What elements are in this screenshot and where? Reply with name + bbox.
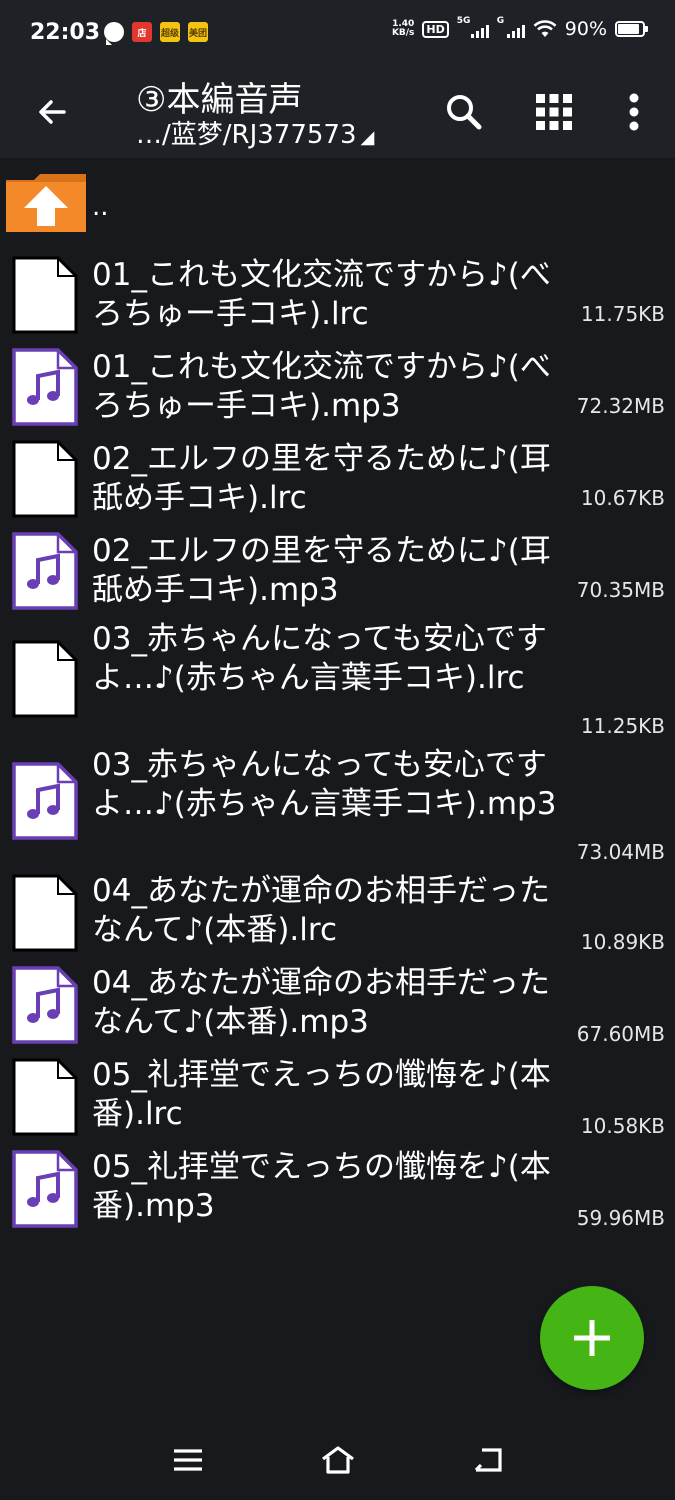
notification-icons: 店 超级 美团 bbox=[104, 22, 208, 45]
home-icon bbox=[322, 1446, 354, 1474]
file-row[interactable]: 04_あなたが運命のお相手だったなんて♪(本番).mp3 67.60MB bbox=[0, 962, 675, 1046]
arrow-left-icon bbox=[39, 100, 66, 124]
system-icons: 1.40 KB/s HD 5G G 90% bbox=[391, 16, 648, 40]
audio-file-icon bbox=[12, 532, 78, 610]
path-breadcrumb[interactable]: …/蓝梦/RJ377573 ◢ bbox=[136, 114, 374, 151]
file-size: 11.25KB bbox=[580, 714, 665, 738]
grid-icon bbox=[536, 94, 572, 130]
meituan-app-icon: 美团 bbox=[188, 22, 208, 42]
file-row[interactable]: 03_赤ちゃんになっても安心ですよ…♪(赤ちゃん言葉手コキ).lrc 11.25… bbox=[0, 618, 675, 738]
file-name: 03_赤ちゃんになっても安心ですよ…♪(赤ちゃん言葉手コキ).lrc bbox=[92, 621, 547, 696]
file-name: 01_これも文化交流ですから♪(べろちゅー手コキ).lrc bbox=[92, 257, 551, 332]
document-icon bbox=[12, 256, 78, 334]
file-size: 10.89KB bbox=[580, 930, 665, 954]
file-row[interactable]: 02_エルフの里を守るために♪(耳舐め手コキ).lrc 10.67KB bbox=[0, 434, 675, 518]
network-speed: 1.40 KB/s bbox=[391, 19, 415, 38]
nav-menu-button[interactable] bbox=[158, 1438, 218, 1482]
plus-icon bbox=[574, 1320, 610, 1356]
file-name: 05_礼拝堂でえっちの懺悔を♪(本番).lrc bbox=[92, 1057, 551, 1132]
file-name: 03_赤ちゃんになっても安心ですよ…♪(赤ちゃん言葉手コキ).mp3 bbox=[92, 747, 557, 822]
file-size: 10.67KB bbox=[580, 486, 665, 510]
hd-icon: HD bbox=[422, 20, 449, 38]
add-button[interactable] bbox=[540, 1286, 644, 1390]
menu-icon bbox=[174, 1449, 202, 1471]
document-icon bbox=[12, 874, 78, 952]
file-row[interactable]: 05_礼拝堂でえっちの懺悔を♪(本番).mp3 59.96MB bbox=[0, 1146, 675, 1230]
file-name: 02_エルフの里を守るために♪(耳舐め手コキ).mp3 bbox=[92, 533, 551, 608]
file-name: 05_礼拝堂でえっちの懺悔を♪(本番).mp3 bbox=[92, 1149, 551, 1224]
file-row[interactable]: 05_礼拝堂でえっちの懺悔を♪(本番).lrc 10.58KB bbox=[0, 1054, 675, 1138]
folder-up-icon bbox=[6, 174, 86, 232]
battery-percent: 90% bbox=[564, 18, 607, 40]
status-bar: 22:03 店 超级 美团 1.40 KB/s HD 5G G 90% bbox=[0, 0, 675, 68]
audio-file-icon bbox=[12, 348, 78, 426]
signal-5g-icon: 5G bbox=[457, 16, 489, 38]
audio-file-icon bbox=[12, 966, 78, 1044]
back-button[interactable] bbox=[22, 82, 82, 142]
file-name: 04_あなたが運命のお相手だったなんて♪(本番).lrc bbox=[92, 873, 550, 948]
file-size: 11.75KB bbox=[580, 302, 665, 326]
message-icon bbox=[104, 22, 124, 45]
search-button[interactable] bbox=[434, 82, 494, 142]
file-size: 73.04MB bbox=[576, 840, 665, 864]
super-app-icon: 超级 bbox=[160, 22, 180, 42]
file-row[interactable]: 02_エルフの里を守るために♪(耳舐め手コキ).mp3 70.35MB bbox=[0, 526, 675, 610]
path-dropdown-icon: ◢ bbox=[360, 127, 375, 148]
more-vertical-icon bbox=[629, 93, 639, 131]
audio-file-icon bbox=[12, 762, 78, 840]
file-row[interactable]: 01_これも文化交流ですから♪(べろちゅー手コキ).lrc 11.75KB bbox=[0, 250, 675, 334]
path-text: …/蓝梦/RJ377573 bbox=[136, 120, 357, 150]
file-name: 01_これも文化交流ですから♪(べろちゅー手コキ).mp3 bbox=[92, 349, 551, 424]
battery-icon bbox=[615, 21, 648, 37]
document-icon bbox=[12, 440, 78, 518]
search-icon bbox=[447, 95, 482, 130]
grid-view-button[interactable] bbox=[524, 82, 584, 142]
nav-home-button[interactable] bbox=[308, 1438, 368, 1482]
file-name: 04_あなたが運命のお相手だったなんて♪(本番).mp3 bbox=[92, 965, 550, 1040]
file-name: 02_エルフの里を守るために♪(耳舐め手コキ).lrc bbox=[92, 441, 551, 516]
store-app-icon: 店 bbox=[132, 22, 152, 42]
system-nav-bar bbox=[0, 1420, 675, 1500]
app-bar: ③本編音声 …/蓝梦/RJ377573 ◢ bbox=[0, 68, 675, 158]
nav-back-button[interactable] bbox=[458, 1438, 518, 1482]
file-row[interactable]: 04_あなたが運命のお相手だったなんて♪(本番).lrc 10.89KB bbox=[0, 870, 675, 954]
back-icon bbox=[474, 1448, 502, 1472]
file-size: 72.32MB bbox=[576, 394, 665, 418]
parent-directory-label: .. bbox=[92, 192, 109, 222]
status-time: 22:03 bbox=[30, 20, 101, 45]
signal-g-icon: G bbox=[497, 16, 525, 38]
wifi-icon bbox=[533, 20, 557, 37]
document-icon bbox=[12, 1058, 78, 1136]
file-size: 67.60MB bbox=[576, 1022, 665, 1046]
file-row[interactable]: 01_これも文化交流ですから♪(べろちゅー手コキ).mp3 72.32MB bbox=[0, 342, 675, 426]
file-size: 59.96MB bbox=[576, 1206, 665, 1230]
file-size: 10.58KB bbox=[580, 1114, 665, 1138]
file-row[interactable]: 03_赤ちゃんになっても安心ですよ…♪(赤ちゃん言葉手コキ).mp3 73.04… bbox=[0, 744, 675, 864]
parent-directory-row[interactable]: .. bbox=[0, 166, 675, 240]
file-size: 70.35MB bbox=[576, 578, 665, 602]
document-icon bbox=[12, 640, 78, 718]
more-options-button[interactable] bbox=[604, 82, 664, 142]
audio-file-icon bbox=[12, 1150, 78, 1228]
